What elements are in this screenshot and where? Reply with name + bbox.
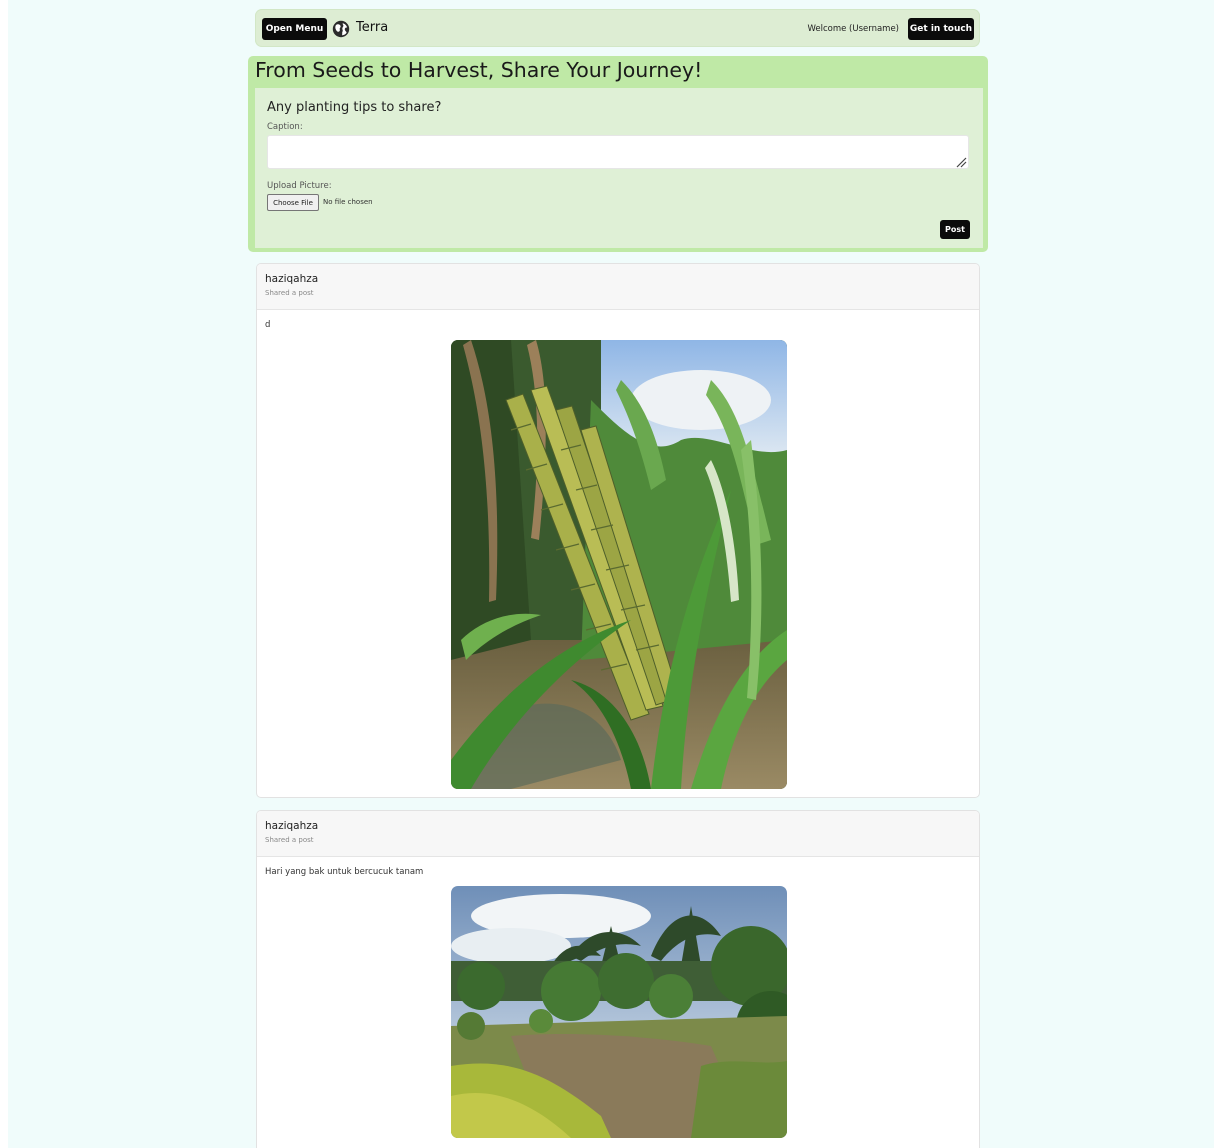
- post-username[interactable]: haziqahza: [265, 820, 318, 832]
- post-username[interactable]: haziqahza: [265, 273, 318, 285]
- post-card: haziqahza Shared a post Hari yang bak un…: [256, 810, 980, 1148]
- composer-prompt: Any planting tips to share?: [267, 100, 442, 115]
- get-in-touch-button[interactable]: Get in touch: [908, 18, 974, 40]
- post-caption: Hari yang bak untuk bercucuk tanam: [265, 867, 424, 877]
- caption-label: Caption:: [267, 122, 303, 132]
- brand-name: Terra: [356, 20, 389, 35]
- post-header: haziqahza Shared a post: [257, 811, 979, 857]
- no-file-text: No file chosen: [323, 198, 373, 206]
- choose-file-button[interactable]: Choose File: [267, 194, 319, 211]
- upload-label: Upload Picture:: [267, 181, 332, 191]
- top-navbar: Open Menu Terra Welcome (Username) Get i…: [255, 9, 980, 47]
- globe-icon: [332, 20, 350, 38]
- post-caption: d: [265, 320, 271, 330]
- open-menu-button[interactable]: Open Menu: [262, 18, 327, 40]
- sugarcane-stalks-photo: [451, 340, 787, 789]
- post-subtitle: Shared a post: [265, 289, 314, 297]
- post-card: haziqahza Shared a post d: [256, 263, 980, 798]
- post-button[interactable]: Post: [940, 220, 970, 239]
- farm-field-palms-photo: [451, 886, 787, 1138]
- caption-input[interactable]: [267, 135, 969, 169]
- post-subtitle: Shared a post: [265, 836, 314, 844]
- welcome-text: Welcome (Username): [807, 24, 899, 34]
- post-composer: From Seeds to Harvest, Share Your Journe…: [248, 56, 988, 252]
- page-title: From Seeds to Harvest, Share Your Journe…: [255, 58, 703, 82]
- post-header: haziqahza Shared a post: [257, 264, 979, 310]
- resize-handle-icon[interactable]: [955, 156, 967, 168]
- composer-form: Any planting tips to share? Caption: Upl…: [255, 88, 983, 248]
